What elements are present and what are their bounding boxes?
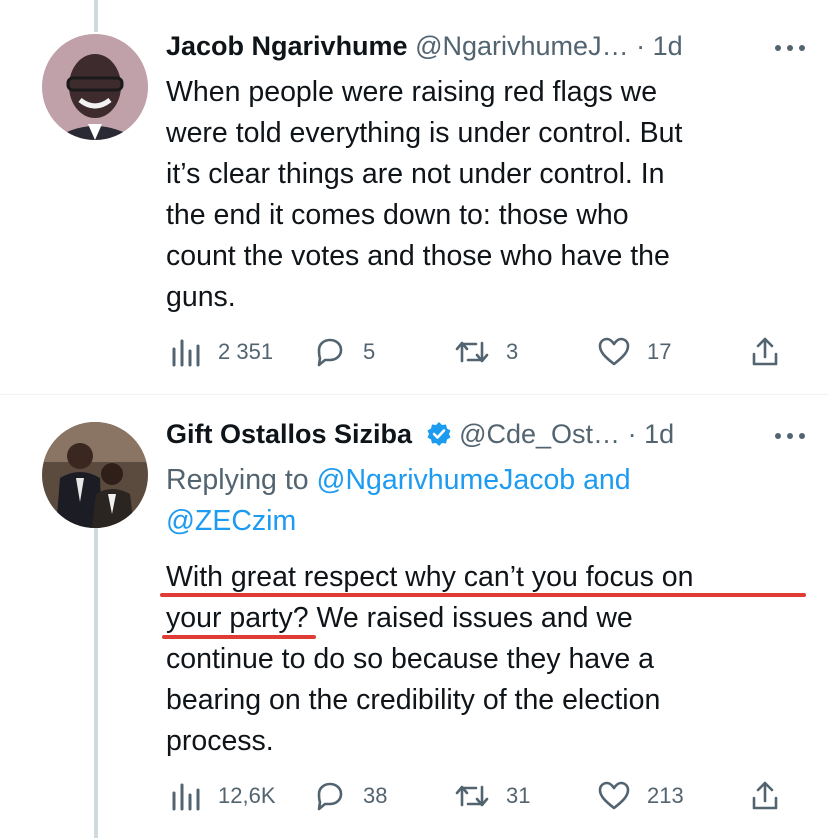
retweet-count: 31 — [506, 783, 531, 808]
text-line: your party? We raised issues and we — [166, 602, 633, 634]
views-count: 12,6K — [218, 783, 276, 808]
reply-button[interactable]: 38 — [313, 776, 387, 816]
text-line: process. — [166, 725, 274, 757]
text-line: continue to do so because they have a — [166, 643, 655, 675]
views-count: 2 351 — [218, 339, 274, 364]
timestamp[interactable]: 1d — [644, 419, 674, 449]
share-icon — [752, 781, 778, 810]
text-line: count the votes and those who have the — [166, 240, 670, 272]
author-name[interactable]: Gift Ostallos Siziba — [166, 419, 412, 449]
reply-icon — [317, 782, 343, 811]
retweet-icon — [455, 341, 489, 363]
retweet-icon — [455, 785, 489, 807]
text-line: the end it comes down to: those who — [166, 199, 629, 231]
annotation-underline — [162, 635, 316, 639]
reply-icon — [317, 338, 343, 367]
avatar-gift[interactable] — [42, 422, 148, 528]
share-icon — [752, 337, 778, 366]
tweet-1[interactable]: Jacob Ngarivhume @NgarivhumeJ… · 1d When… — [0, 0, 828, 395]
share-button[interactable] — [750, 332, 780, 372]
share-button[interactable] — [750, 776, 780, 816]
like-count: 17 — [647, 339, 672, 364]
tweet-2-text: With great respect why can’t you focus o… — [166, 557, 816, 762]
tweet-2[interactable]: Gift Ostallos Siziba @Cde_Ost… · 1d Repl… — [0, 395, 828, 838]
annotation-underline — [160, 593, 806, 597]
views-button[interactable]: 12,6K — [170, 776, 276, 816]
like-icon — [598, 337, 630, 366]
text-line: were told everything is under control. B… — [166, 117, 683, 149]
avatar-jacob[interactable] — [42, 34, 148, 140]
views-button[interactable]: 2 351 — [170, 332, 273, 372]
reply-button[interactable]: 5 — [313, 332, 375, 372]
retweet-button[interactable]: 3 — [454, 332, 518, 372]
tweet-2-header: Gift Ostallos Siziba @Cde_Ost… · 1d — [166, 414, 778, 454]
views-icon — [172, 783, 200, 811]
more-button[interactable] — [770, 421, 810, 451]
text-line: With great respect why can’t you focus o… — [166, 561, 694, 593]
verified-badge-icon — [426, 418, 452, 454]
like-count: 213 — [647, 783, 684, 808]
more-icon — [775, 433, 805, 439]
text-line: bearing on the credibility of the electi… — [166, 684, 661, 716]
retweet-button[interactable]: 31 — [454, 776, 530, 816]
text-line: When people were raising red flags we — [166, 76, 658, 108]
views-icon — [172, 339, 200, 367]
tweet-1-text: When people were raising red flags we we… — [166, 72, 816, 318]
author-handle[interactable]: @NgarivhumeJ… — [415, 31, 628, 61]
replying-and[interactable]: and — [575, 464, 631, 496]
timestamp[interactable]: 1d — [653, 31, 683, 61]
like-icon — [598, 781, 630, 810]
author-handle[interactable]: @Cde_Ost… — [459, 419, 620, 449]
text-line: guns. — [166, 281, 236, 313]
replying-prefix: Replying to — [166, 464, 317, 496]
reply-count: 5 — [363, 339, 376, 364]
mention-link[interactable]: @ZECzim — [166, 505, 296, 537]
more-button[interactable] — [770, 33, 810, 63]
tweet-1-header: Jacob Ngarivhume @NgarivhumeJ… · 1d — [166, 26, 778, 66]
like-button[interactable]: 17 — [597, 332, 671, 372]
retweet-count: 3 — [506, 339, 519, 364]
author-name[interactable]: Jacob Ngarivhume — [166, 31, 408, 61]
replying-to: Replying to @NgarivhumeJacob and @ZECzim — [166, 460, 816, 542]
text-line: it’s clear things are not under control.… — [166, 158, 665, 190]
like-button[interactable]: 213 — [597, 776, 684, 816]
reply-count: 38 — [363, 783, 388, 808]
more-icon — [775, 45, 805, 51]
separator-dot: · — [627, 419, 637, 449]
separator-dot: · — [636, 31, 646, 61]
mention-link[interactable]: @NgarivhumeJacob — [317, 464, 576, 496]
